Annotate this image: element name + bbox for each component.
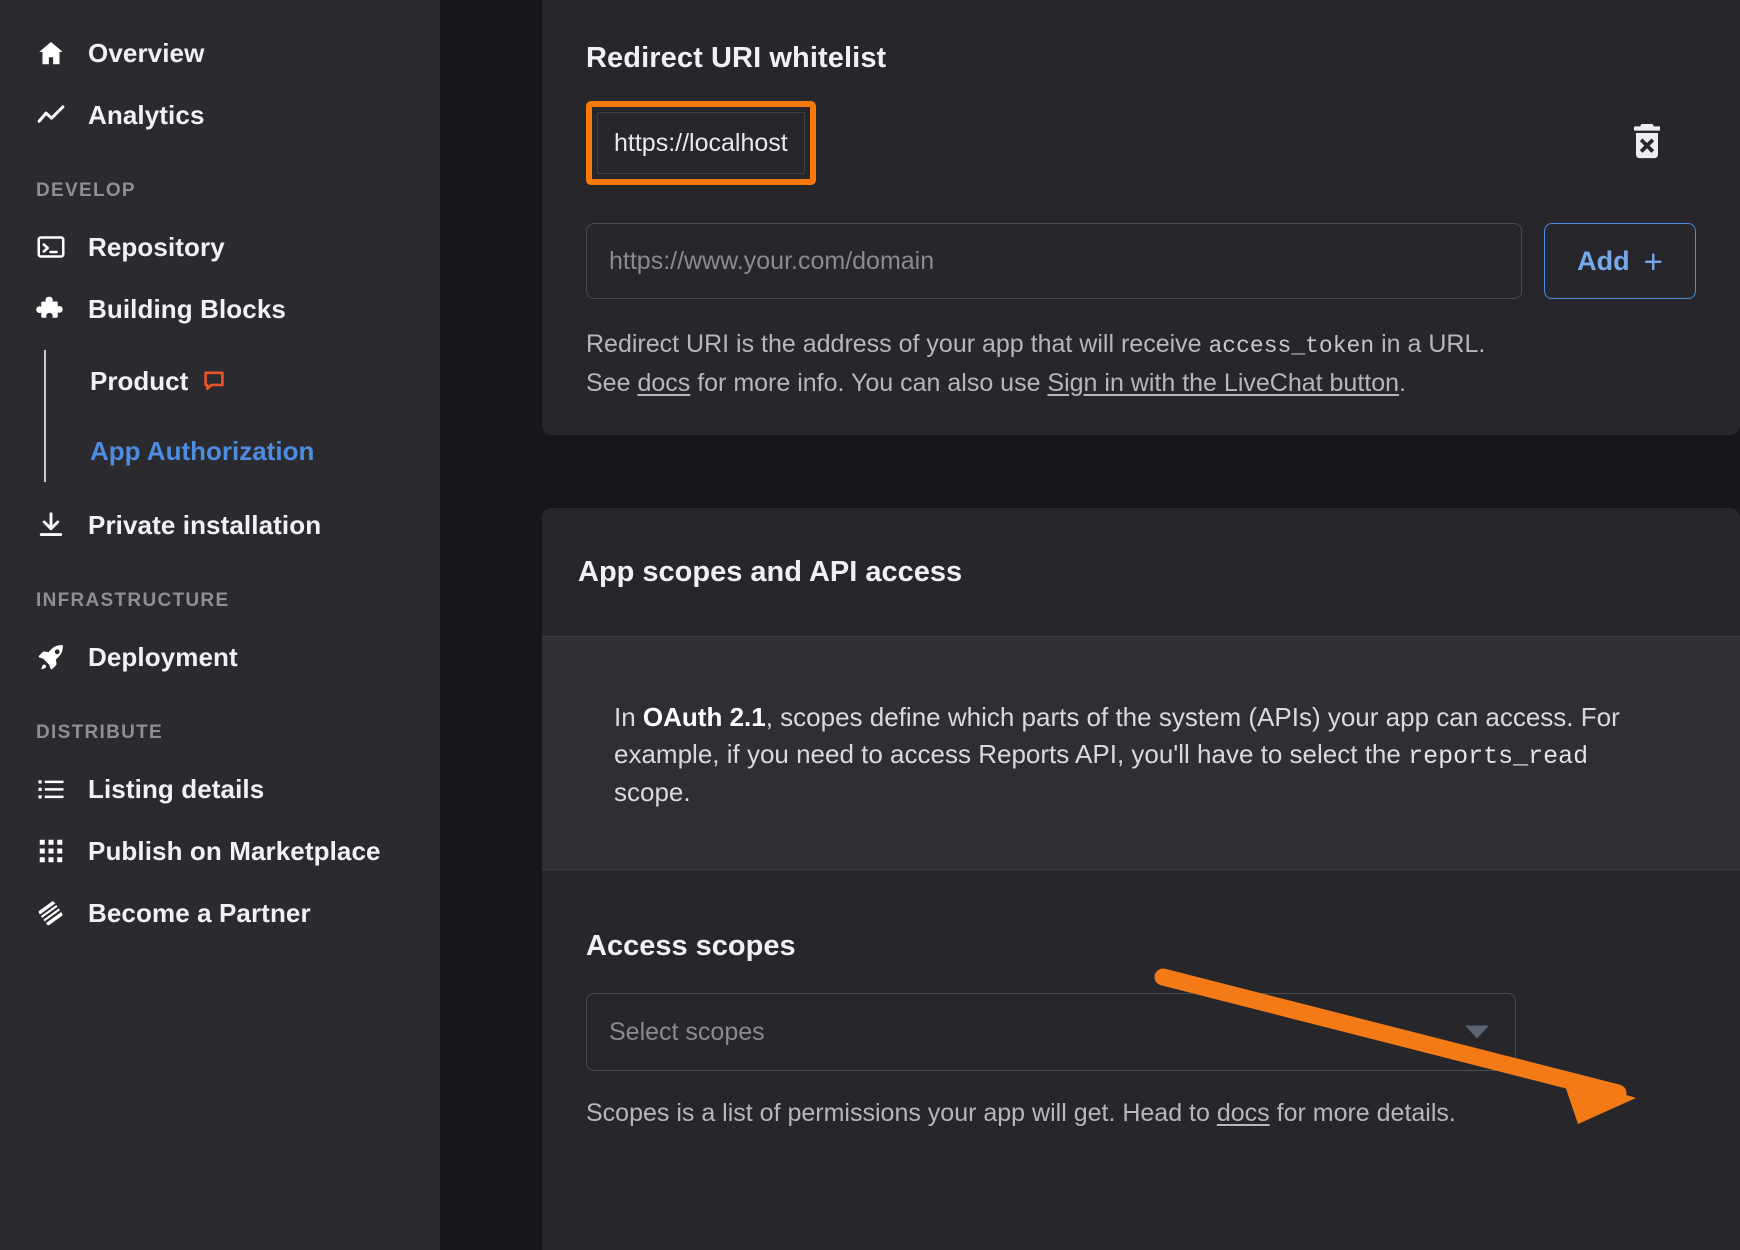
helper-text-4: .	[1399, 368, 1406, 397]
add-uri-row: Add +	[542, 223, 1740, 299]
helper-text-1: Redirect URI is the address of your app …	[586, 330, 1209, 358]
chat-bubble-icon	[202, 369, 226, 393]
redirect-uri-card: Redirect URI whitelist https://localhost	[542, 0, 1740, 435]
sidebar-item-repository[interactable]: Repository	[0, 216, 440, 278]
scopes-helper-text-1: Scopes is a list of permissions your app…	[586, 1099, 1217, 1128]
app-scopes-card: App scopes and API access In OAuth 2.1, …	[542, 508, 1740, 1250]
docs-link[interactable]: docs	[637, 369, 690, 397]
sidebar-item-listing-details[interactable]: Listing details	[0, 758, 440, 820]
sidebar-item-deployment[interactable]: Deployment	[0, 626, 440, 688]
access-scopes-section: Access scopes Select scopes Scopes is a …	[542, 869, 1740, 1129]
sidebar-item-publish-on-marketplace[interactable]: Publish on Marketplace	[0, 820, 440, 882]
handshake-icon	[36, 898, 66, 928]
sidebar-item-analytics[interactable]: Analytics	[0, 84, 440, 146]
sign-in-livechat-link[interactable]: Sign in with the LiveChat button	[1047, 369, 1399, 397]
scopes-docs-link[interactable]: docs	[1217, 1099, 1270, 1127]
sidebar-subitem-product[interactable]: Product	[90, 346, 440, 416]
access-scopes-helper: Scopes is a list of permissions your app…	[586, 1099, 1696, 1128]
rocket-icon	[36, 642, 66, 672]
sidebar-item-private-installation[interactable]: Private installation	[0, 494, 440, 556]
main-content: Redirect URI whitelist https://localhost	[440, 0, 1740, 1250]
trash-x-icon[interactable]	[1626, 119, 1668, 165]
sidebar-item-label: Overview	[88, 37, 205, 68]
helper-text-3: for more info. You can also use	[690, 368, 1048, 397]
sidebar-item-label: Become a Partner	[88, 897, 311, 928]
chevron-down-icon	[1465, 1025, 1489, 1039]
sidebar-item-become-a-partner[interactable]: Become a Partner	[0, 882, 440, 944]
puzzle-icon	[36, 294, 66, 324]
sidebar-section-develop: DEVELOP	[36, 180, 136, 201]
grid-icon	[36, 836, 66, 866]
sidebar-item-label: Listing details	[88, 773, 265, 804]
app-root: Overview Analytics DEVELOP Repository Bu…	[0, 0, 1740, 1250]
sidebar-item-label: Deployment	[88, 641, 238, 672]
oauth-paragraph: In OAuth 2.1, scopes define which parts …	[614, 699, 1668, 811]
sidebar-item-label: Publish on Marketplace	[88, 835, 381, 866]
sidebar-subitem-label: Product	[90, 365, 189, 396]
sidebar-section-infrastructure: INFRASTRUCTURE	[36, 590, 230, 611]
add-button[interactable]: Add +	[1544, 223, 1696, 299]
oauth-text-1: In	[614, 702, 643, 732]
list-icon	[36, 774, 66, 804]
oauth-version: OAuth 2.1	[642, 702, 766, 732]
access-scopes-placeholder: Select scopes	[609, 1017, 765, 1046]
access-scopes-select[interactable]: Select scopes	[586, 993, 1516, 1072]
app-scopes-title: App scopes and API access	[578, 555, 963, 588]
sidebar: Overview Analytics DEVELOP Repository Bu…	[0, 0, 440, 1250]
download-icon	[36, 510, 66, 540]
line-chart-icon	[36, 100, 66, 130]
reports-read-scope: reports_read	[1408, 741, 1589, 771]
sidebar-item-overview[interactable]: Overview	[0, 22, 440, 84]
sidebar-subitem-app-authorization[interactable]: App Authorization	[90, 416, 440, 486]
oauth-text-3: scope.	[614, 777, 691, 808]
sidebar-item-label: Analytics	[88, 99, 205, 130]
app-scopes-header: App scopes and API access	[542, 508, 1740, 636]
page-title: Redirect URI whitelist	[586, 42, 887, 74]
scopes-helper-text-2: for more details.	[1269, 1099, 1456, 1128]
add-button-label: Add	[1577, 245, 1630, 276]
highlight-annotation-box: https://localhost	[586, 101, 816, 185]
access-scopes-title: Access scopes	[586, 930, 796, 963]
helper-mono-token: access_token	[1208, 333, 1375, 359]
terminal-icon	[36, 232, 66, 262]
sidebar-item-label: Private installation	[88, 509, 322, 540]
redirect-helper-text: Redirect URI is the address of your app …	[542, 325, 1562, 402]
sidebar-section-distribute: DISTRIBUTE	[36, 722, 163, 743]
sidebar-subitem-label: App Authorization	[90, 435, 315, 466]
sidebar-item-building-blocks[interactable]: Building Blocks	[0, 278, 440, 340]
sidebar-item-label: Repository	[88, 231, 225, 262]
existing-uri-row: https://localhost	[542, 101, 1740, 185]
sidebar-item-label: Building Blocks	[88, 293, 286, 324]
home-icon	[36, 38, 66, 68]
plus-icon: +	[1643, 242, 1663, 280]
sidebar-subnav-building-blocks: Product App Authorization	[44, 346, 440, 486]
app-scopes-description: In OAuth 2.1, scopes define which parts …	[542, 636, 1740, 870]
redirect-uri-input[interactable]	[586, 223, 1522, 299]
existing-uri-value[interactable]: https://localhost	[597, 112, 805, 174]
